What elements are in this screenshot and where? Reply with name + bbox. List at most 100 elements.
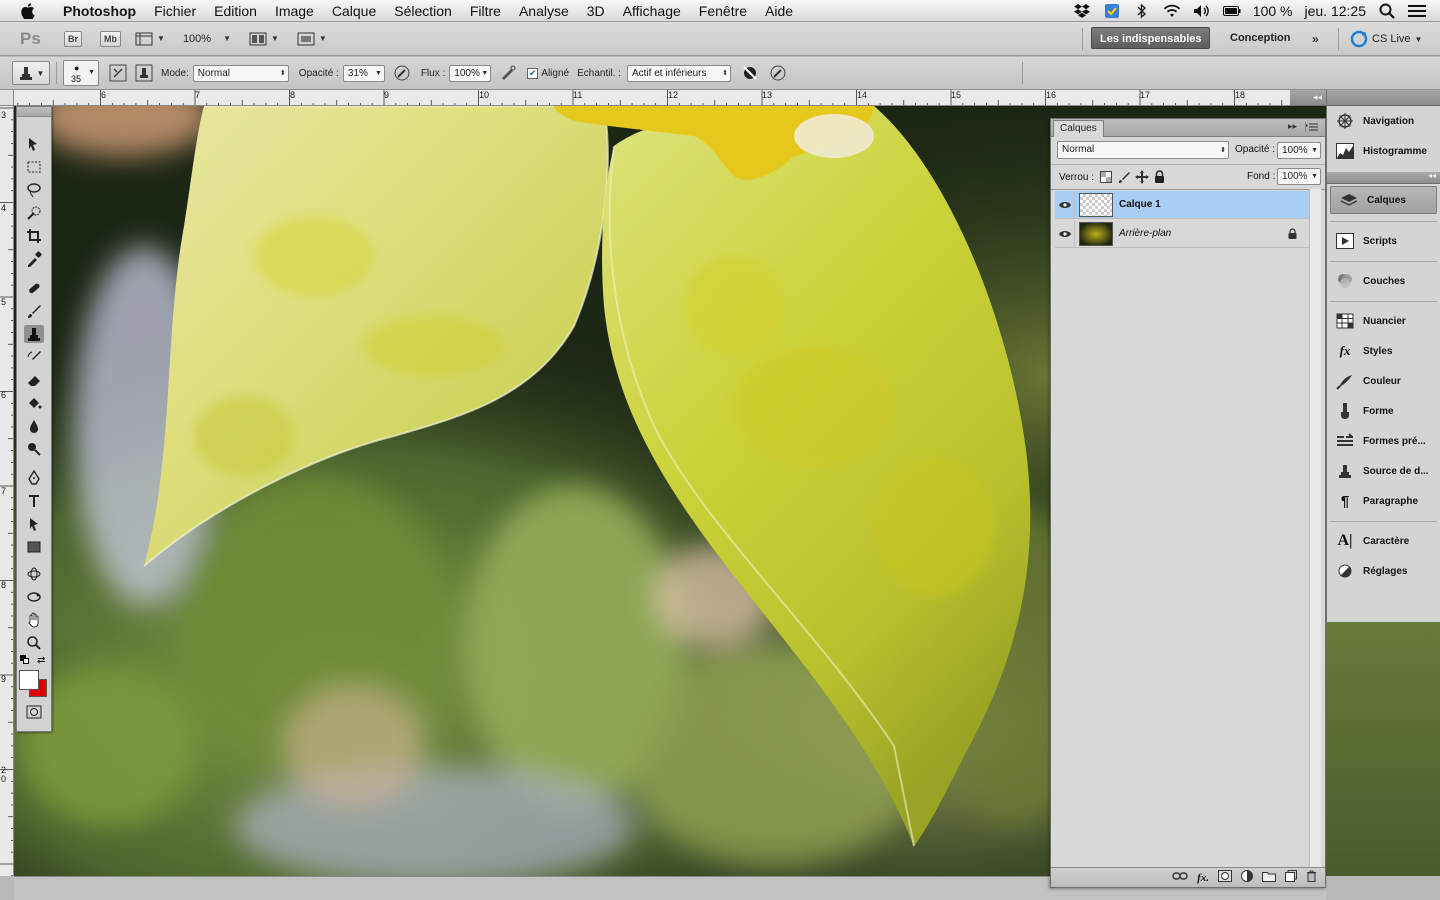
menu-edition[interactable]: Edition <box>205 0 266 22</box>
panel-collapse-icon[interactable]: ◂◂ <box>1290 90 1326 106</box>
mode-select[interactable]: Normal ⬍ <box>192 64 289 82</box>
menu-image[interactable]: Image <box>266 0 323 22</box>
apple-icon[interactable] <box>18 0 38 22</box>
path-selection-tool-icon[interactable] <box>24 515 44 533</box>
fill-input[interactable]: 100% ▼ <box>1277 168 1321 185</box>
lock-position-icon[interactable] <box>1135 170 1149 187</box>
ruler-origin[interactable] <box>0 90 14 106</box>
dock-character[interactable]: A| Caractère <box>1327 526 1440 556</box>
dock-navigation[interactable]: Navigation <box>1327 106 1440 136</box>
quick-mask-icon[interactable] <box>24 703 44 721</box>
bluetooth-icon[interactable] <box>1133 3 1151 19</box>
cs-live-menu[interactable]: CS Live ▼ <box>1350 30 1422 48</box>
layer-row-calque-1[interactable]: Calque 1 <box>1055 190 1311 219</box>
view-extras-menu[interactable]: ▼ <box>135 32 165 46</box>
menu-3d[interactable]: 3D <box>578 0 614 22</box>
menu-affichage[interactable]: Affichage <box>614 0 690 22</box>
spotlight-icon[interactable] <box>1378 3 1396 19</box>
visibility-eye-icon[interactable] <box>1055 219 1075 248</box>
screen-mode-menu[interactable]: ▼ <box>297 32 327 46</box>
sample-select[interactable]: Actif et inférieurs ⬍ <box>627 64 732 82</box>
hand-tool-icon[interactable] <box>24 611 44 629</box>
aligned-checkbox[interactable]: ✔ <box>527 67 539 79</box>
bridge-button[interactable]: Br <box>64 30 83 47</box>
foreground-color-swatch[interactable] <box>19 670 39 690</box>
marquee-tool-icon[interactable] <box>24 158 44 176</box>
layers-scrollbar[interactable] <box>1309 189 1321 869</box>
pressure-size-button[interactable] <box>767 62 789 84</box>
lasso-tool-icon[interactable] <box>24 181 44 199</box>
ignore-adjustment-layers-button[interactable] <box>739 62 761 84</box>
opacity-input[interactable]: 31% ▼ <box>342 64 385 82</box>
lock-pixels-icon[interactable] <box>1118 171 1130 186</box>
more-workspaces-icon[interactable]: » <box>1312 32 1319 46</box>
dock-swatches[interactable]: Nuancier <box>1327 306 1440 336</box>
eraser-tool-icon[interactable] <box>24 371 44 389</box>
brush-preset-picker[interactable]: ● 35 ▼ <box>63 60 99 86</box>
layer-row-arriere-plan[interactable]: Arrière-plan <box>1055 219 1311 248</box>
dock-paragraph[interactable]: ¶ Paragraphe <box>1327 486 1440 516</box>
mini-bridge-button[interactable]: Mb <box>100 30 122 47</box>
dock-actions[interactable]: Scripts <box>1327 226 1440 256</box>
flow-input[interactable]: 100% ▼ <box>449 64 492 82</box>
tool-preset-picker[interactable]: ▼ <box>12 61 50 85</box>
dock-channels[interactable]: Couches <box>1327 266 1440 296</box>
menu-fenetre[interactable]: Fenêtre <box>690 0 756 22</box>
dock-clone-source[interactable]: Source de d... <box>1327 456 1440 486</box>
sync-icon[interactable] <box>1103 3 1121 19</box>
menu-analyse[interactable]: Analyse <box>510 0 578 22</box>
volume-icon[interactable] <box>1193 3 1211 19</box>
menu-aide[interactable]: Aide <box>756 0 802 22</box>
paint-bucket-tool-icon[interactable] <box>24 394 44 412</box>
blur-tool-icon[interactable] <box>24 417 44 435</box>
zoom-tool-icon[interactable] <box>24 634 44 652</box>
pressure-opacity-button[interactable] <box>391 62 413 84</box>
toggle-clone-source-button[interactable] <box>133 62 155 84</box>
history-brush-tool-icon[interactable] <box>24 348 44 366</box>
3d-rotate-tool-icon[interactable] <box>24 565 44 583</box>
layer-name[interactable]: Arrière-plan <box>1119 228 1171 239</box>
dropbox-icon[interactable] <box>1073 3 1091 19</box>
toggle-brush-panel-button[interactable] <box>107 62 129 84</box>
move-tool-icon[interactable] <box>24 135 44 153</box>
adjustment-layer-icon[interactable] <box>1241 870 1253 885</box>
dock-histogram[interactable]: Histogramme <box>1327 136 1440 166</box>
menu-fichier[interactable]: Fichier <box>145 0 205 22</box>
menu-app[interactable]: Photoshop <box>54 0 145 22</box>
workspace-essentials[interactable]: Les indispensables <box>1091 27 1211 49</box>
clock[interactable]: jeu. 12:25 <box>1305 3 1367 19</box>
workspace-design[interactable]: Conception <box>1222 27 1299 49</box>
airbrush-button[interactable] <box>497 62 519 84</box>
menu-selection[interactable]: Sélection <box>385 0 461 22</box>
vertical-ruler[interactable]: 3 4 5 6 7 8 9 2 0 <box>0 106 14 876</box>
swap-colors-icon[interactable]: ⇄ <box>37 655 45 666</box>
new-layer-icon[interactable] <box>1285 870 1297 885</box>
lock-transparency-icon[interactable] <box>1100 171 1112 186</box>
add-mask-icon[interactable] <box>1218 870 1232 885</box>
layer-name[interactable]: Calque 1 <box>1119 199 1161 210</box>
rectangle-tool-icon[interactable] <box>24 538 44 556</box>
dodge-tool-icon[interactable] <box>24 440 44 458</box>
eyedropper-tool-icon[interactable] <box>24 250 44 268</box>
dock-group-header[interactable]: ◂◂ <box>1327 171 1440 184</box>
layers-panel-header[interactable]: Calques ▸▸ <box>1051 119 1325 137</box>
pen-tool-icon[interactable] <box>24 469 44 487</box>
dock-color[interactable]: Couleur <box>1327 366 1440 396</box>
brush-tool-icon[interactable] <box>24 302 44 320</box>
arrange-documents-menu[interactable]: ▼ <box>249 32 279 46</box>
panel-menu-icon[interactable] <box>1305 122 1321 132</box>
layer-style-fx-icon[interactable]: fx. <box>1197 872 1209 884</box>
battery-icon[interactable] <box>1222 3 1241 19</box>
collapse-panel-icon[interactable]: ▸▸ <box>1288 121 1297 132</box>
link-layers-icon[interactable] <box>1172 871 1188 884</box>
type-tool-icon[interactable] <box>24 492 44 510</box>
dock-brush-presets[interactable]: Formes pré... <box>1327 426 1440 456</box>
tools-panel-header[interactable] <box>17 107 51 117</box>
zoom-level-menu[interactable]: 100% ▼ <box>183 33 231 45</box>
default-colors-icon[interactable] <box>20 655 30 665</box>
layers-tab[interactable]: Calques <box>1053 120 1104 137</box>
visibility-eye-icon[interactable] <box>1055 190 1075 219</box>
crop-tool-icon[interactable] <box>24 227 44 245</box>
delete-layer-icon[interactable] <box>1306 870 1317 885</box>
quick-selection-tool-icon[interactable] <box>24 204 44 222</box>
